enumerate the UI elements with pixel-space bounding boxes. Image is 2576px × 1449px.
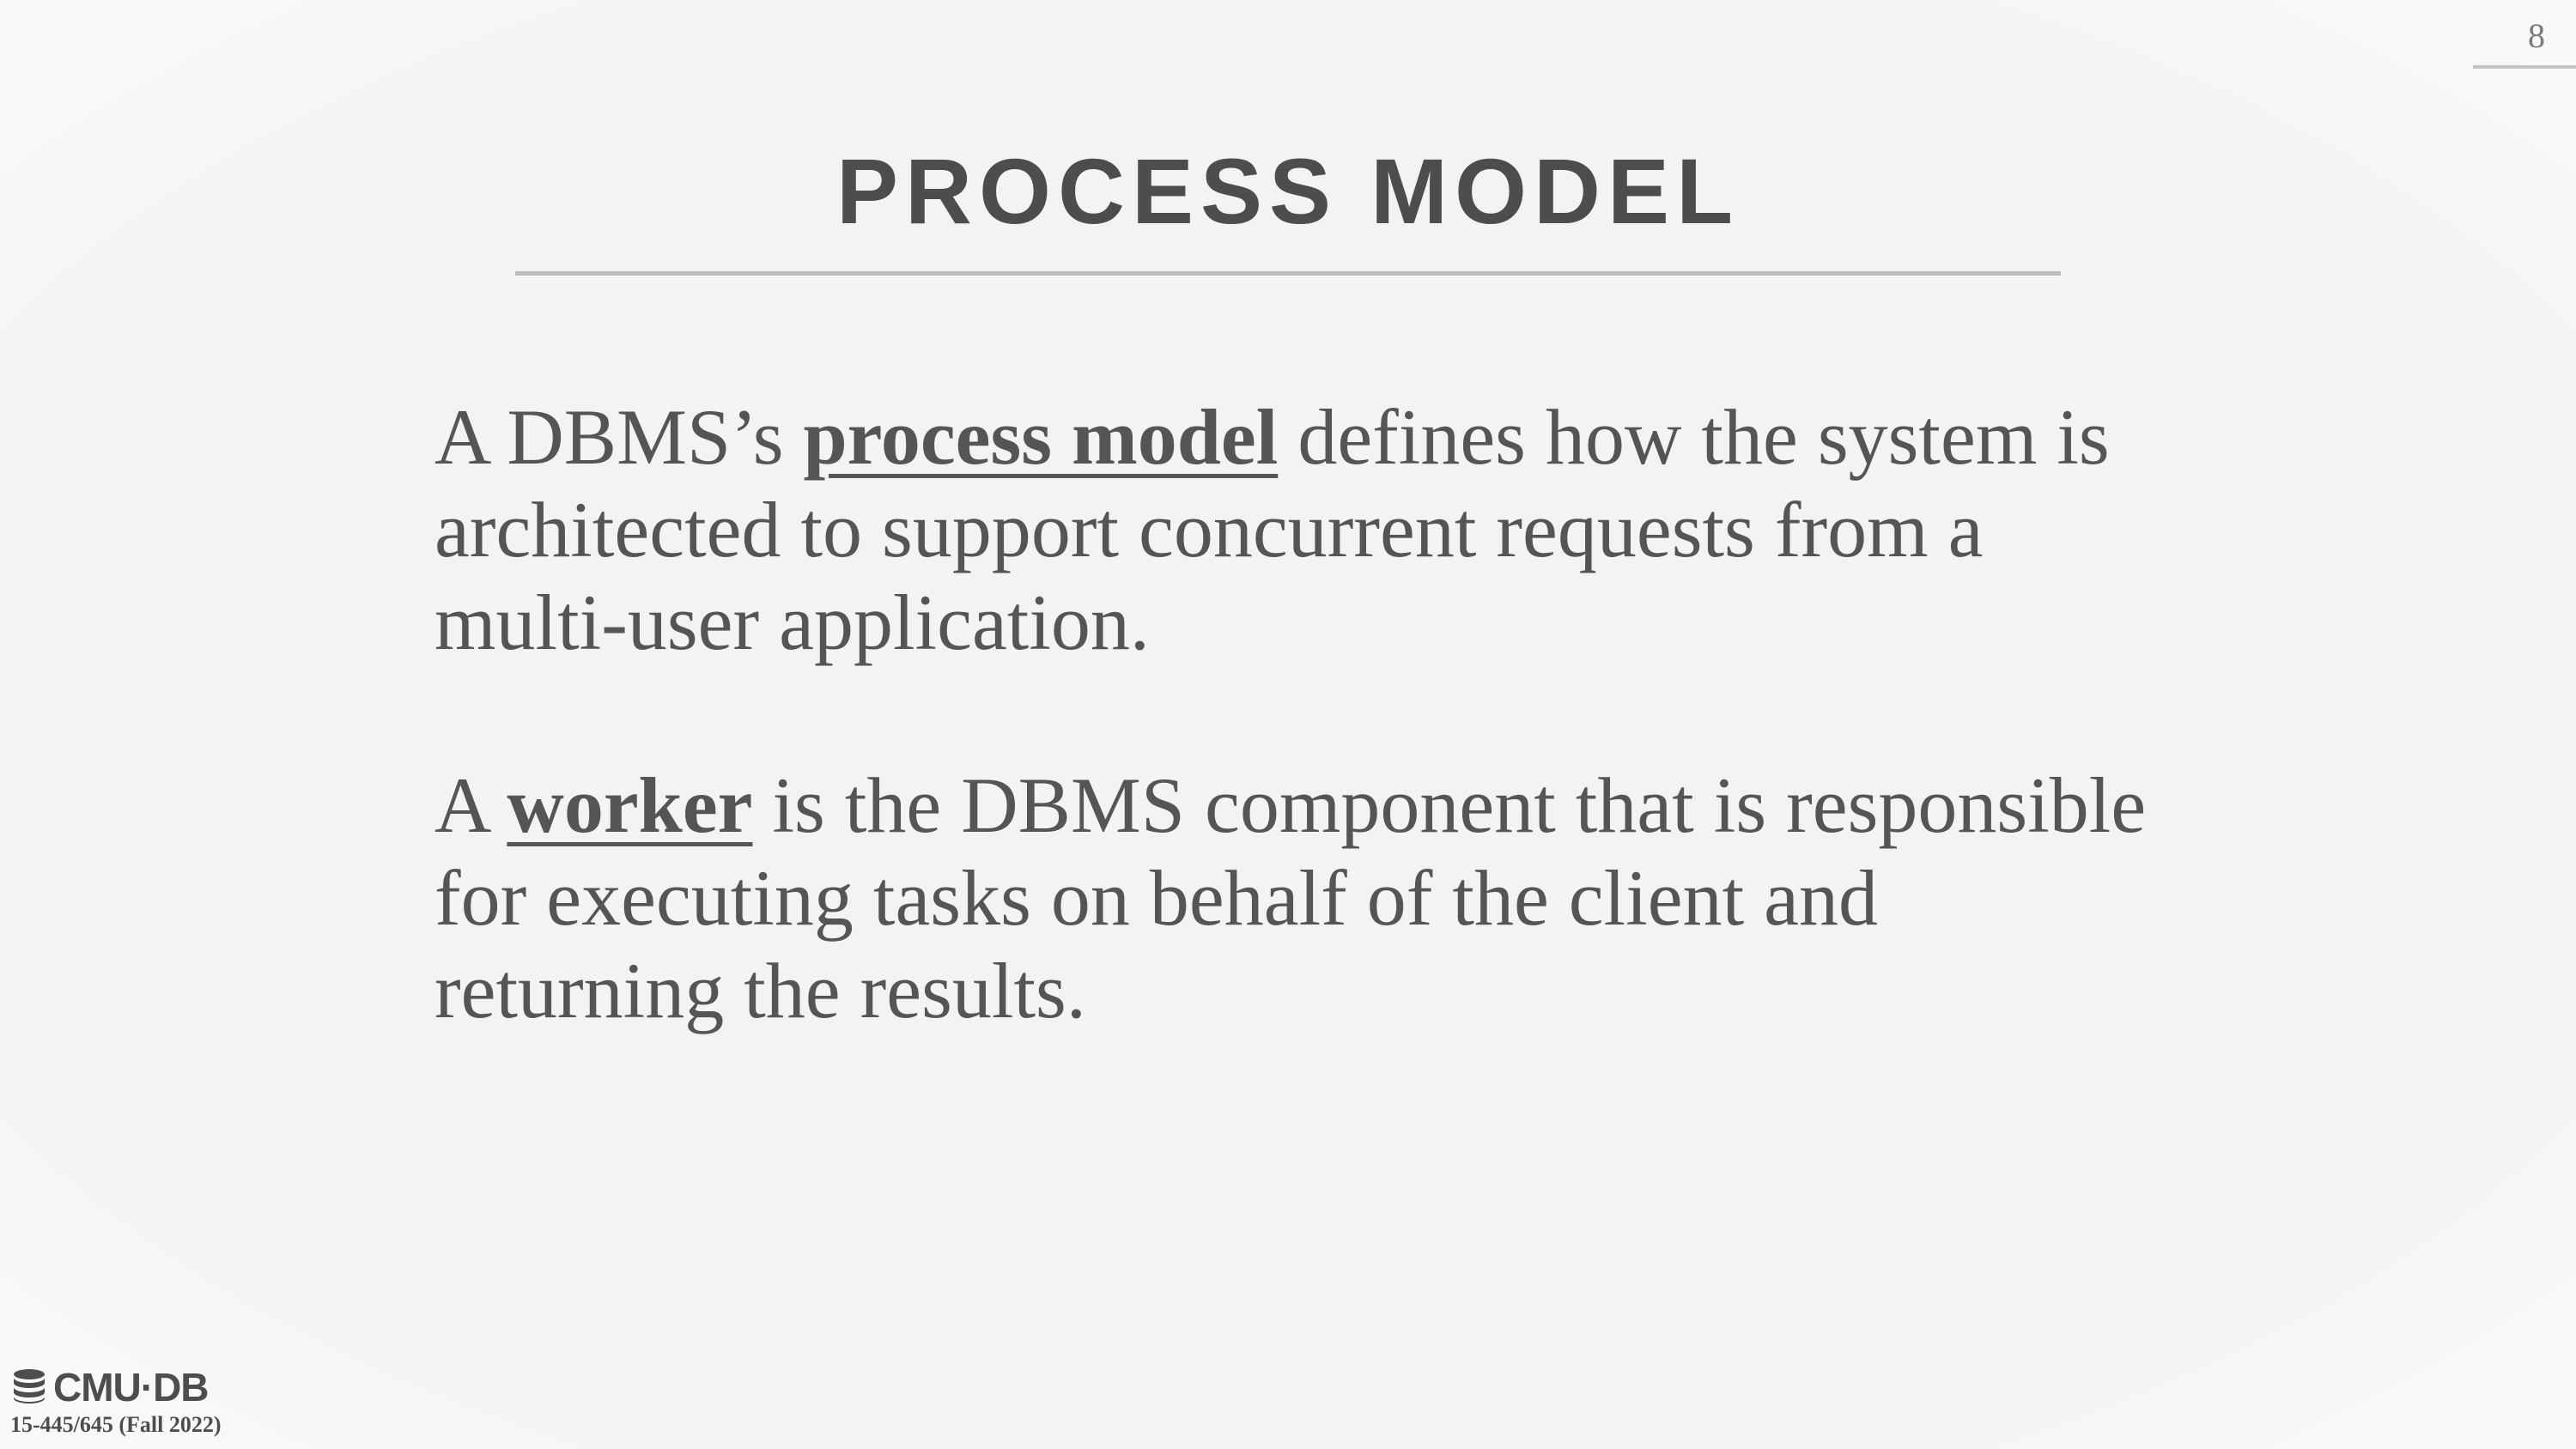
term-worker: worker	[507, 761, 753, 849]
paragraph-process-model: A DBMS’s process model defines how the s…	[434, 391, 2178, 669]
page-number-rule	[2473, 65, 2576, 69]
paragraph-text-before: A DBMS’s	[434, 393, 804, 481]
logo-text: CMU·DB	[53, 1365, 210, 1410]
paragraph-worker: A worker is the DBMS component that is r…	[434, 759, 2178, 1037]
course-label: 15-445/645 (Fall 2022)	[10, 1412, 222, 1437]
slide: 8 PROCESS MODEL A DBMS’s process model d…	[0, 0, 2576, 1449]
paragraph-text-before: A	[434, 761, 507, 849]
title-divider	[515, 271, 2061, 276]
database-icon	[10, 1367, 48, 1409]
cmu-db-logo: CMU·DB	[10, 1365, 210, 1410]
term-process-model: process model	[803, 393, 1279, 481]
slide-title: PROCESS MODEL	[835, 139, 1741, 243]
page-number: 8	[2528, 16, 2545, 55]
